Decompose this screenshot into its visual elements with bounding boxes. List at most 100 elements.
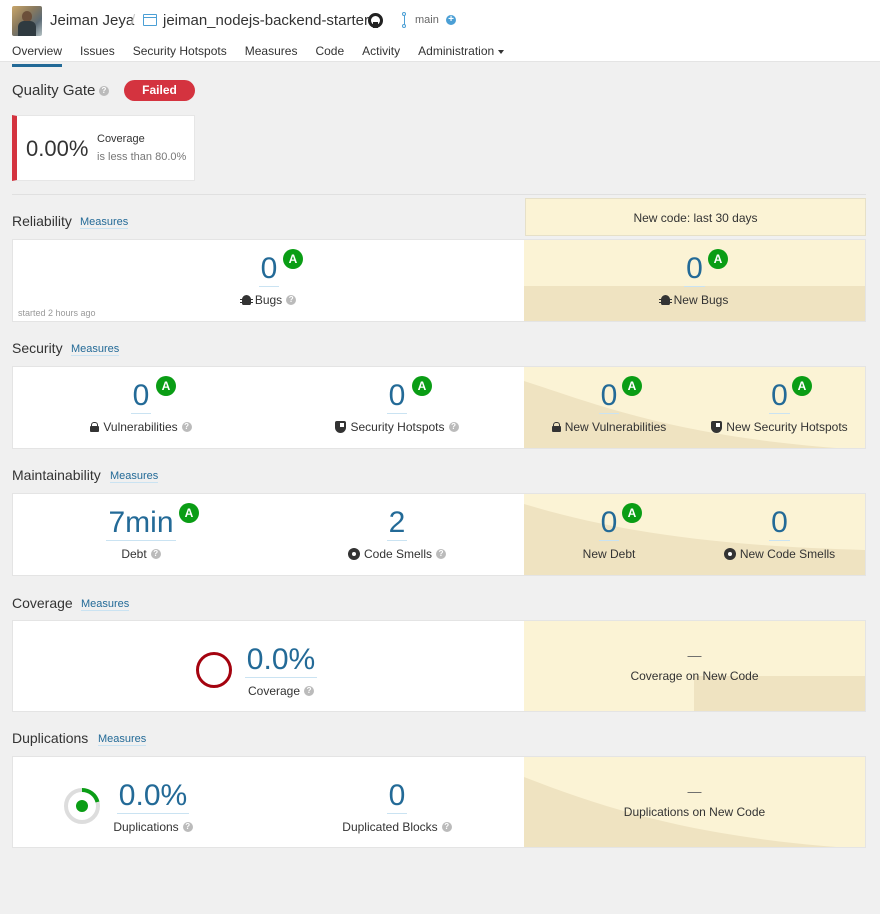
maintainability-measures-link[interactable]: Measures: [110, 470, 159, 483]
help-icon[interactable]: ?: [436, 549, 447, 559]
maintainability-title: Maintainability: [12, 467, 101, 483]
new-debt-label: New Debt: [582, 547, 636, 561]
new-security-hotspots-label-row: New Security Hotspots: [694, 420, 865, 434]
help-icon[interactable]: ?: [286, 295, 297, 305]
tab-administration-label: Administration: [418, 44, 495, 58]
breadcrumb-separator: /: [131, 12, 136, 29]
new-vulnerabilities-value[interactable]: 0: [598, 379, 620, 414]
new-bugs-metric: 0 New Bugs: [524, 252, 865, 307]
new-bugs-label: New Bugs: [673, 293, 729, 307]
new-duplications-metric: — Duplications on New Code: [524, 783, 865, 819]
new-debt-metric: 0 New Debt: [524, 506, 694, 561]
quality-gate-status-badge: Failed: [124, 80, 195, 101]
security-hotspots-rating[interactable]: A: [412, 376, 432, 396]
coverage-label: Coverage: [247, 684, 301, 698]
bugs-value[interactable]: 0: [258, 252, 280, 287]
vulnerabilities-value[interactable]: 0: [130, 379, 152, 414]
divider: [12, 194, 866, 195]
help-icon[interactable]: ?: [150, 549, 161, 559]
plus-circle-icon[interactable]: +: [446, 15, 456, 25]
help-icon[interactable]: ?: [448, 422, 459, 432]
maintainability-new-code: 0 New Debt A 0 New Code Smells: [524, 494, 865, 575]
security-hotspots-value[interactable]: 0: [386, 379, 408, 414]
organization-link[interactable]: Jeiman Jeya: [50, 12, 134, 29]
new-bugs-value[interactable]: 0: [684, 252, 705, 287]
help-icon[interactable]: ?: [99, 86, 109, 96]
bugs-label-row: Bugs ?: [13, 293, 525, 307]
new-bugs-label-row: New Bugs: [524, 293, 865, 307]
duplicated-blocks-metric: 0 Duplicated Blocks ?: [269, 779, 525, 834]
duplications-card: 0.0% Duplications ? 0 Duplicated Blocks …: [12, 756, 866, 848]
coverage-measures-link[interactable]: Measures: [81, 598, 130, 611]
new-security-hotspots-rating[interactable]: A: [792, 376, 812, 396]
duplications-donut-chart: [64, 788, 100, 824]
vulnerabilities-label-row: Vulnerabilities ?: [13, 420, 269, 434]
new-code-smells-label: New Code Smells: [739, 547, 836, 561]
help-icon[interactable]: ?: [304, 686, 315, 696]
code-smells-value[interactable]: 2: [386, 506, 408, 541]
help-icon[interactable]: ?: [181, 422, 192, 432]
vulnerabilities-rating[interactable]: A: [156, 376, 176, 396]
reliability-new-code: 0 New Bugs A: [524, 240, 865, 321]
new-vulnerabilities-metric: 0 New Vulnerabilities: [524, 379, 694, 434]
security-new-code: 0 New Vulnerabilities A 0 New Security H…: [524, 367, 865, 448]
new-coverage-label-row: Coverage on New Code: [524, 669, 865, 683]
security-hotspots-label: Security Hotspots: [350, 420, 445, 434]
new-vulnerabilities-rating[interactable]: A: [622, 376, 642, 396]
code-smell-icon: [347, 548, 360, 560]
tab-administration[interactable]: Administration: [418, 44, 505, 62]
tab-security-hotspots[interactable]: Security Hotspots: [133, 44, 227, 62]
shield-icon: [335, 421, 347, 433]
debt-value[interactable]: 7min: [106, 506, 176, 541]
duplications-measures-link[interactable]: Measures: [98, 733, 147, 746]
new-code-smells-value[interactable]: 0: [769, 506, 790, 541]
new-security-hotspots-value[interactable]: 0: [769, 379, 790, 414]
duplications-value[interactable]: 0.0%: [116, 779, 190, 814]
debt-rating[interactable]: A: [179, 503, 199, 523]
new-security-hotspots-metric: 0 New Security Hotspots: [694, 379, 865, 434]
new-bugs-rating[interactable]: A: [708, 249, 728, 269]
lock-icon: [90, 422, 100, 432]
security-card: 0 Vulnerabilities ? A 0 Security Hotspot…: [12, 366, 866, 449]
tab-activity[interactable]: Activity: [362, 44, 400, 62]
new-debt-value[interactable]: 0: [598, 506, 620, 541]
project-name[interactable]: jeiman_nodejs-backend-starter: [163, 12, 369, 29]
reliability-measures-link[interactable]: Measures: [80, 216, 129, 229]
branch-name[interactable]: main: [415, 14, 439, 26]
code-smells-metric: 2 Code Smells ?: [269, 506, 525, 561]
bugs-rating[interactable]: A: [283, 249, 303, 269]
new-duplications-value: —: [687, 783, 702, 799]
security-measures-link[interactable]: Measures: [71, 343, 120, 356]
new-vulnerabilities-label: New Vulnerabilities: [564, 420, 667, 434]
github-icon[interactable]: [368, 13, 383, 28]
reliability-card: 0 Bugs ? A started 2 hours ago 0 New Bug…: [12, 239, 866, 322]
reliability-title: Reliability: [12, 213, 72, 229]
new-code-smells-label-row: New Code Smells: [694, 547, 865, 561]
coverage-value[interactable]: 0.0%: [244, 643, 318, 678]
bug-icon: [658, 295, 672, 305]
bug-icon: [239, 295, 253, 305]
tab-overview[interactable]: Overview: [12, 44, 63, 67]
debt-label: Debt: [121, 547, 147, 561]
tab-measures[interactable]: Measures: [245, 44, 298, 62]
quality-gate-condition[interactable]: 0.00% Coverage is less than 80.0%: [12, 115, 195, 181]
shield-icon: [711, 421, 723, 433]
bugs-label: Bugs: [254, 293, 283, 307]
coverage-new-code: — Coverage on New Code: [524, 621, 865, 711]
security-hotspots-metric: 0 Security Hotspots ?: [269, 379, 525, 434]
new-debt-rating[interactable]: A: [622, 503, 642, 523]
project-header: Jeiman Jeya / jeiman_nodejs-backend-star…: [0, 0, 880, 67]
help-icon[interactable]: ?: [441, 822, 452, 832]
new-code-smells-metric: 0 New Code Smells: [694, 506, 865, 561]
bugs-metric: 0 Bugs ?: [13, 252, 525, 307]
coverage-card: 0.0% Coverage ? — Coverage on New Code: [12, 620, 866, 712]
duplicated-blocks-value[interactable]: 0: [386, 779, 408, 814]
duplications-metric: 0.0% Duplications ?: [113, 779, 193, 834]
tab-issues[interactable]: Issues: [80, 44, 115, 62]
new-vulnerabilities-label-row: New Vulnerabilities: [524, 420, 694, 434]
code-smell-icon: [723, 548, 736, 560]
help-icon[interactable]: ?: [182, 822, 193, 832]
user-avatar[interactable]: [12, 6, 42, 36]
tab-code[interactable]: Code: [315, 44, 344, 62]
vulnerabilities-metric: 0 Vulnerabilities ?: [13, 379, 269, 434]
